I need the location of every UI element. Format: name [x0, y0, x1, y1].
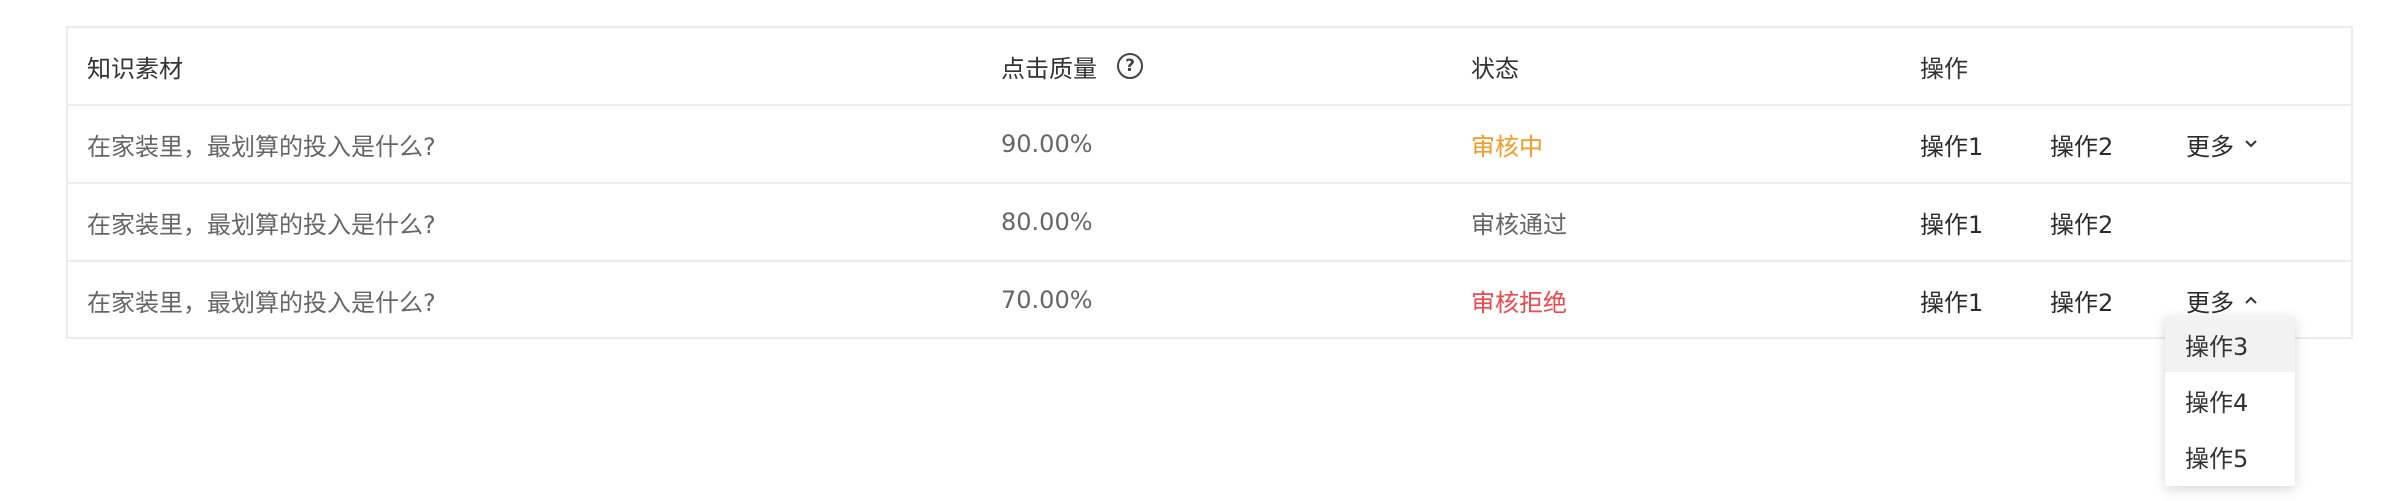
op1-link[interactable]: 操作1 [1920, 184, 1983, 260]
status-badge-approved: 审核通过 [1471, 210, 1567, 239]
quality-cell: 90.00% [1001, 130, 1093, 158]
op1-link[interactable]: 操作1 [1920, 106, 1983, 182]
material-cell: 在家装里，最划算的投入是什么? [87, 210, 436, 239]
header-quality-label: 点击质量 [1001, 54, 1097, 83]
menu-item-op5[interactable]: 操作5 [2165, 428, 2295, 484]
material-table: 知识素材 点击质量 ? 状态 操作 在家装里，最划算的投入是什么? 90.00%… [66, 26, 2353, 339]
header-quality: 点击质量 ? [1001, 28, 1143, 104]
table-row: 在家装里，最划算的投入是什么? 70.00% 审核拒绝 操作1 操作2 更多 [68, 262, 2351, 340]
question-circle-icon[interactable]: ? [1117, 53, 1143, 79]
material-cell: 在家装里，最划算的投入是什么? [87, 132, 436, 161]
more-button[interactable]: 更多 [2186, 106, 2258, 182]
op2-link[interactable]: 操作2 [2050, 184, 2113, 260]
status-badge-rejected: 审核拒绝 [1471, 288, 1567, 317]
chevron-up-icon [2244, 295, 2258, 305]
quality-cell: 70.00% [1001, 286, 1093, 314]
table-row: 在家装里，最划算的投入是什么? 80.00% 审核通过 操作1 操作2 [68, 184, 2351, 262]
op2-link[interactable]: 操作2 [2050, 262, 2113, 338]
more-label: 更多 [2186, 288, 2234, 317]
material-cell: 在家装里，最划算的投入是什么? [87, 288, 436, 317]
status-badge-pending: 审核中 [1471, 132, 1543, 161]
table-header-row: 知识素材 点击质量 ? 状态 操作 [68, 28, 2351, 106]
header-status: 状态 [1471, 54, 1519, 83]
table-row: 在家装里，最划算的投入是什么? 90.00% 审核中 操作1 操作2 更多 [68, 106, 2351, 184]
more-label: 更多 [2186, 132, 2234, 161]
op1-link[interactable]: 操作1 [1920, 262, 1983, 338]
menu-item-op4[interactable]: 操作4 [2165, 372, 2295, 428]
menu-item-op3[interactable]: 操作3 [2165, 316, 2295, 372]
op2-link[interactable]: 操作2 [2050, 106, 2113, 182]
header-material: 知识素材 [87, 54, 183, 83]
header-ops: 操作 [1920, 54, 1968, 83]
chevron-down-icon [2244, 139, 2258, 149]
quality-cell: 80.00% [1001, 208, 1093, 236]
more-dropdown-menu: 操作3 操作4 操作5 [2165, 316, 2295, 486]
